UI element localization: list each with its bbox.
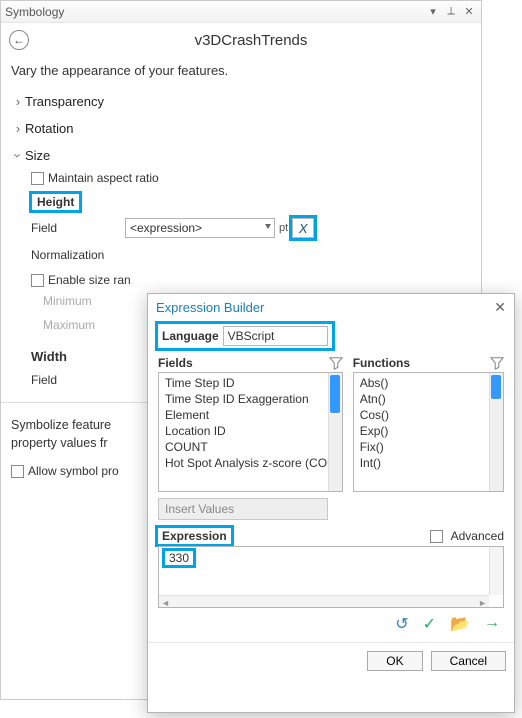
allow-symbol-checkbox[interactable] (11, 465, 24, 478)
scrollbar[interactable] (328, 373, 342, 491)
maintain-aspect-row: Maintain aspect ratio (31, 169, 481, 187)
chevron-down-icon: › (11, 149, 26, 163)
normalization-label: Normalization (31, 248, 131, 262)
minimum-label: Minimum (43, 294, 143, 308)
close-icon[interactable]: ✕ (494, 299, 506, 316)
functions-listbox[interactable]: Abs()Atn()Cos()Exp()Fix()Int() (353, 372, 504, 492)
filter-icon[interactable] (490, 356, 504, 370)
titlebar: Symbology ▾ ⟂ ✕ (1, 1, 481, 23)
enable-size-range-label: Enable size ran (48, 273, 131, 287)
scroll-thumb[interactable] (491, 375, 501, 399)
fields-header: Fields (158, 356, 193, 370)
language-selection: Language VBScript (158, 324, 332, 348)
scrollbar[interactable] (489, 373, 503, 491)
chevron-right-icon: › (11, 121, 25, 136)
language-dropdown[interactable]: VBScript (223, 326, 328, 346)
chevron-right-icon: › (11, 94, 25, 109)
list-item[interactable]: Time Step ID Exaggeration (159, 391, 342, 407)
close-icon[interactable]: ✕ (461, 4, 477, 20)
functions-header: Functions (353, 356, 410, 370)
insert-values-label: Insert Values (165, 502, 234, 516)
cancel-button[interactable]: Cancel (431, 651, 506, 671)
list-item[interactable]: Exp() (354, 423, 503, 439)
validate-icon[interactable]: ✓ (423, 614, 436, 634)
insert-values-dropdown[interactable]: Insert Values (158, 498, 328, 520)
expression-textarea[interactable]: 330 ◄► (158, 546, 504, 608)
allow-symbol-label: Allow symbol pro (28, 464, 119, 478)
expression-value: 330 (165, 551, 193, 565)
list-item[interactable]: Fix() (354, 439, 503, 455)
field-value: <expression> (130, 221, 202, 235)
expression-builder-button[interactable]: X (292, 218, 314, 238)
field-label: Field (31, 221, 121, 235)
options-icon[interactable]: ▾ (425, 4, 441, 20)
ok-button[interactable]: OK (367, 651, 422, 671)
unit-label: pt (279, 222, 288, 234)
enable-size-range-checkbox[interactable] (31, 274, 44, 287)
h-scrollbar[interactable]: ◄► (159, 595, 489, 607)
folder-icon[interactable]: 📂 (450, 614, 470, 634)
pane-title: Symbology (5, 5, 423, 19)
maximum-label: Maximum (43, 318, 143, 332)
transparency-label: Transparency (25, 94, 104, 109)
expander-transparency[interactable]: › Transparency (1, 88, 481, 115)
subheader: ← v3DCrashTrends (1, 23, 481, 57)
maintain-aspect-checkbox[interactable] (31, 172, 44, 185)
height-label: Height (31, 193, 80, 211)
list-item[interactable]: Abs() (354, 375, 503, 391)
filter-icon[interactable] (329, 356, 343, 370)
field-dropdown[interactable]: <expression> (125, 218, 275, 238)
rotation-label: Rotation (25, 121, 73, 136)
list-item[interactable]: Location ID (159, 423, 342, 439)
advanced-checkbox[interactable] (430, 530, 443, 543)
go-icon[interactable]: → (484, 614, 500, 634)
expression-builder-dialog: Expression Builder ✕ Language VBScript F… (147, 293, 515, 713)
list-item[interactable]: COUNT (159, 439, 342, 455)
list-item[interactable]: Hot Spot Analysis z-score (COU (159, 455, 342, 471)
scroll-thumb[interactable] (330, 375, 340, 413)
layer-name: v3DCrashTrends (29, 32, 473, 49)
pin-icon[interactable]: ⟂ (443, 4, 459, 20)
back-button[interactable]: ← (9, 30, 29, 50)
width-field-label: Field (31, 373, 131, 387)
list-item[interactable]: Element (159, 407, 342, 423)
vary-text: Vary the appearance of your features. (1, 57, 481, 88)
expander-rotation[interactable]: › Rotation (1, 115, 481, 142)
advanced-label: Advanced (451, 529, 504, 543)
language-label: Language (162, 329, 219, 343)
caret-down-icon (265, 224, 271, 229)
list-item[interactable]: Atn() (354, 391, 503, 407)
size-label: Size (25, 148, 50, 163)
list-item[interactable]: Int() (354, 455, 503, 471)
undo-icon[interactable]: ↺ (395, 614, 408, 634)
dialog-title: Expression Builder (156, 300, 264, 315)
dialog-titlebar: Expression Builder ✕ (148, 294, 514, 320)
language-value: VBScript (228, 329, 275, 343)
fields-listbox[interactable]: Time Step IDTime Step ID ExaggerationEle… (158, 372, 343, 492)
list-item[interactable]: Cos() (354, 407, 503, 423)
v-scrollbar[interactable] (489, 547, 503, 595)
maintain-aspect-label: Maintain aspect ratio (48, 171, 159, 185)
expression-label: Expression (158, 528, 231, 544)
expander-size[interactable]: › Size (1, 142, 481, 169)
list-item[interactable]: Time Step ID (159, 375, 342, 391)
